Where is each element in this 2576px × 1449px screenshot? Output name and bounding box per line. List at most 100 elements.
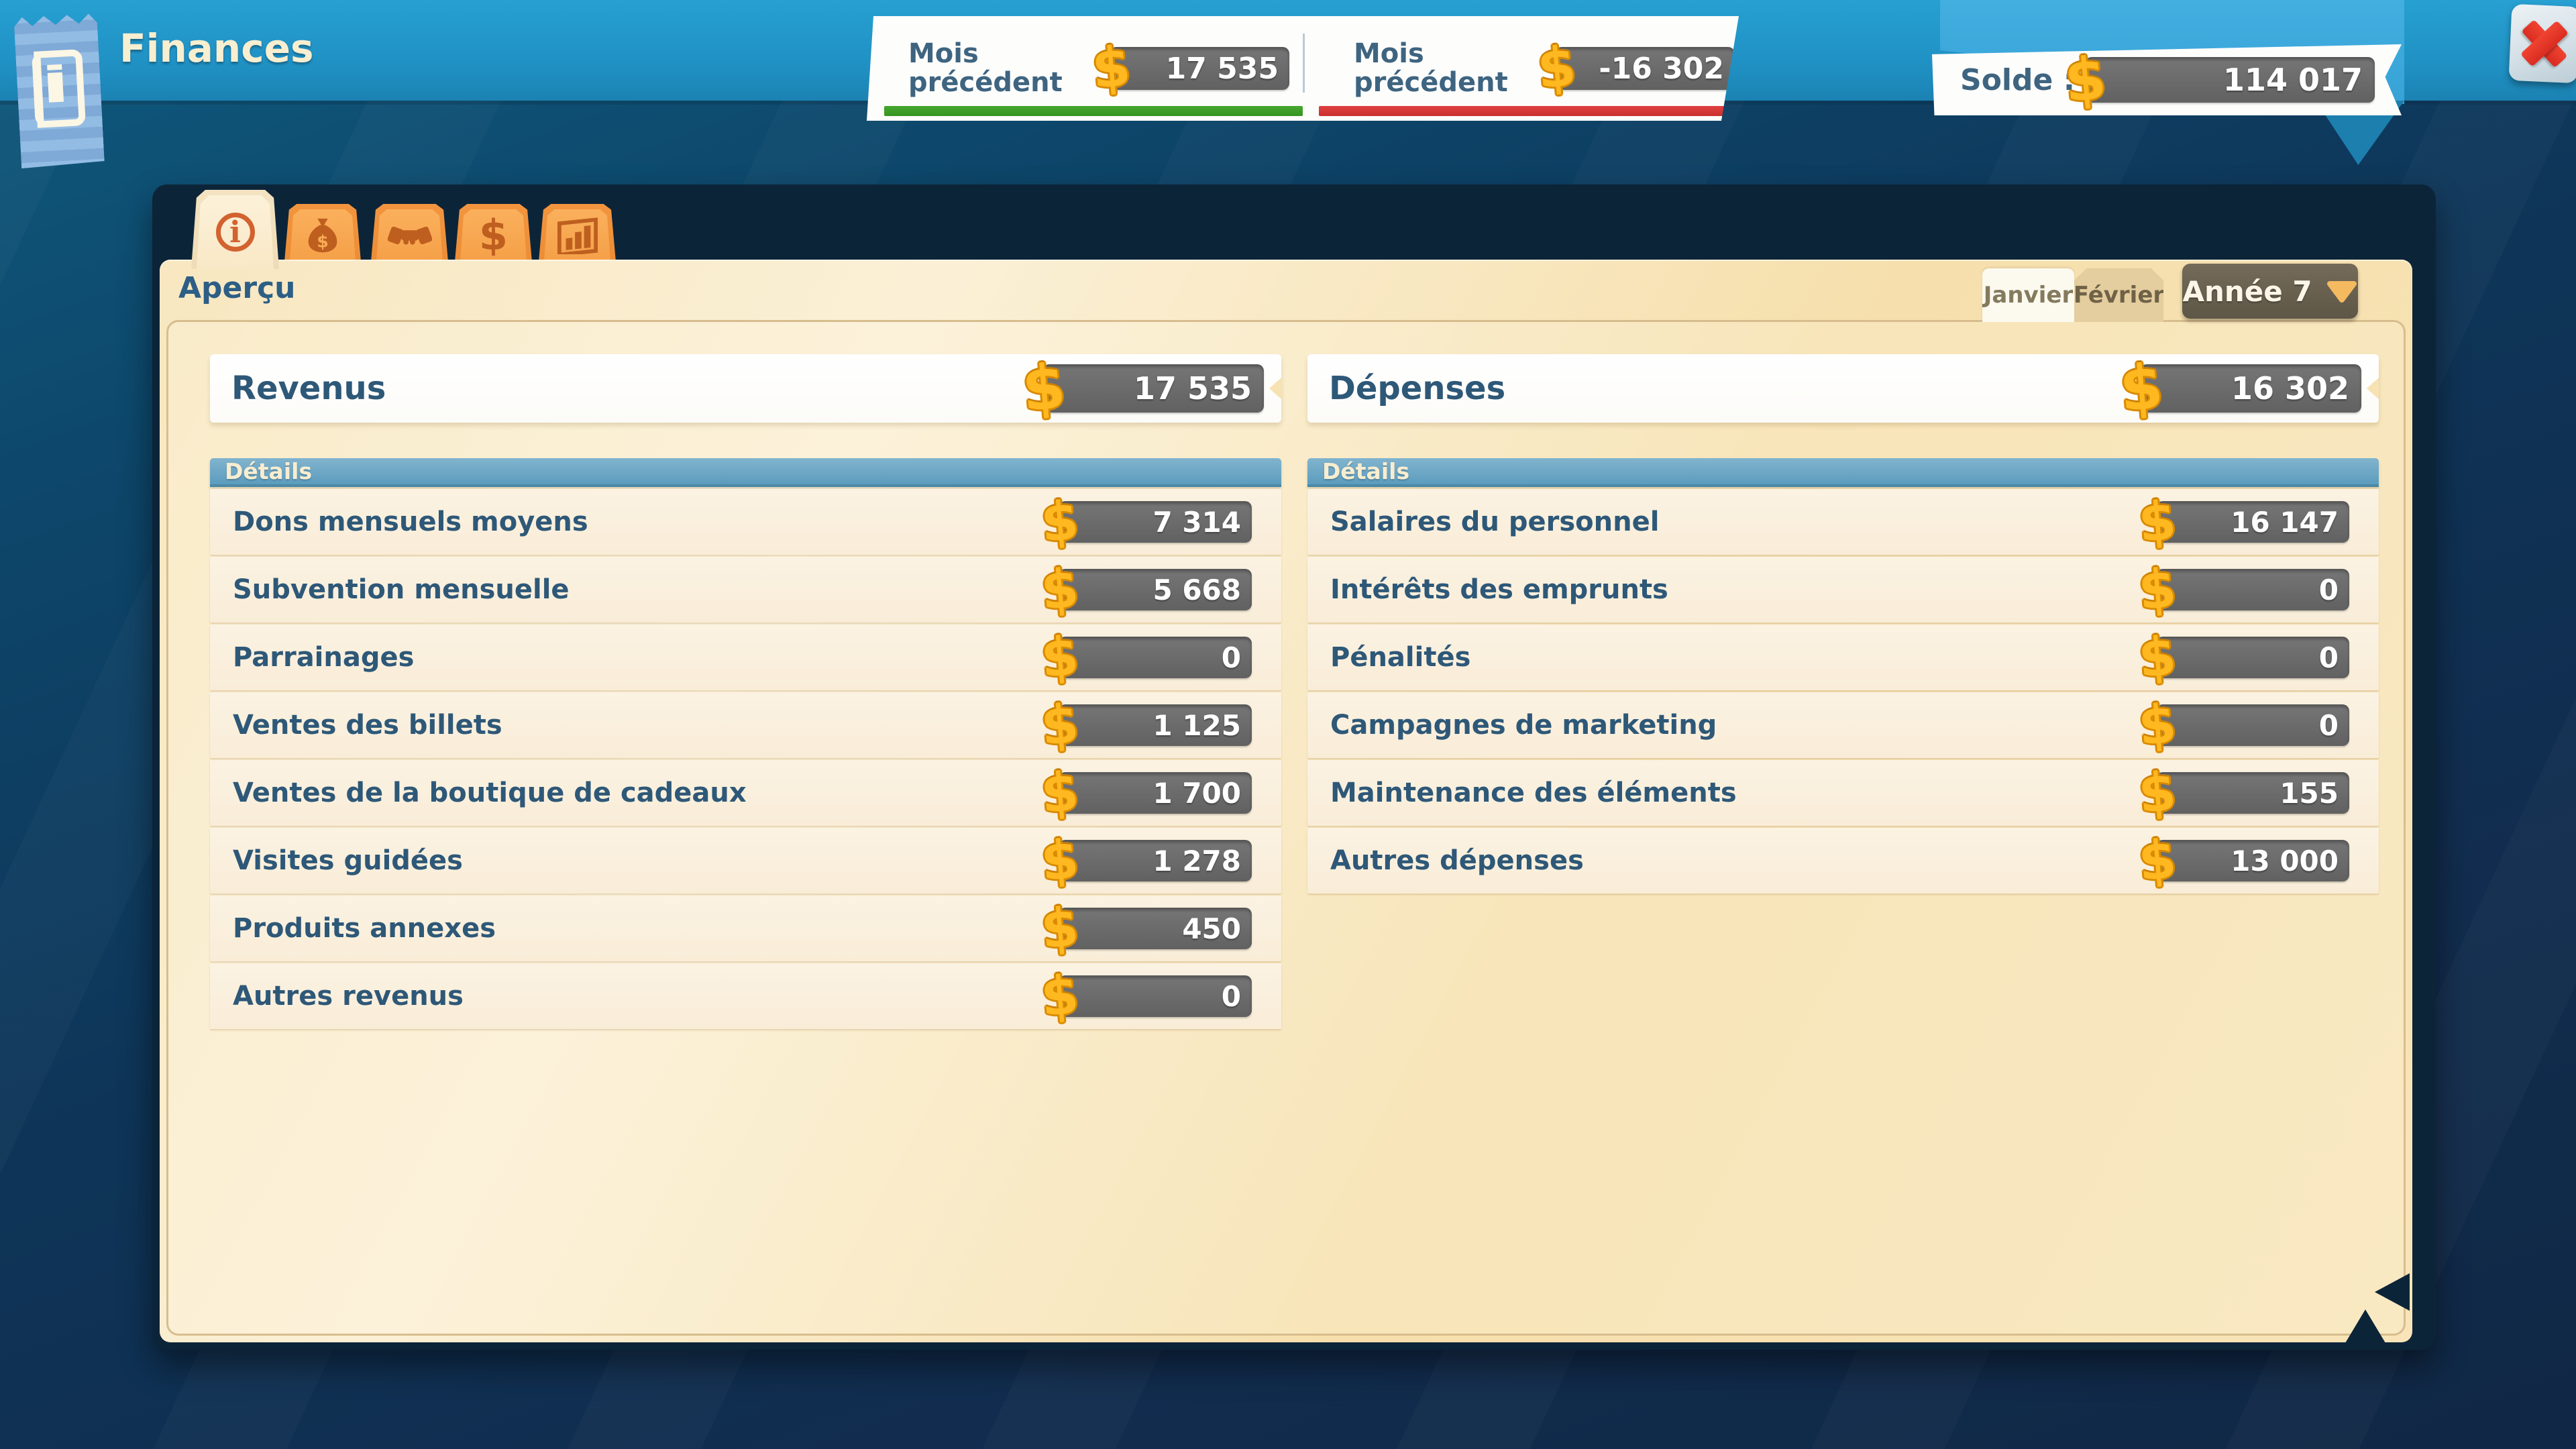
- currency-dollar-icon: $: [2137, 765, 2178, 822]
- currency-dollar-icon: $: [2137, 494, 2178, 551]
- row-label: Subvention mensuelle: [233, 574, 1059, 605]
- balance-pill: $ 114 017: [2085, 57, 2375, 103]
- row-value: 13 000: [2231, 845, 2339, 877]
- row-label: Produits annexes: [233, 913, 1059, 944]
- tab-deals[interactable]: [371, 204, 448, 262]
- chevron-down-icon: [2326, 280, 2358, 303]
- expenses-total-pill: $ 16 302: [2140, 364, 2361, 413]
- money-bag-icon: $: [302, 215, 343, 256]
- row-label: Salaires du personnel: [1330, 506, 2156, 537]
- balance-label: Solde :: [1960, 63, 2075, 97]
- row-label: Ventes des billets: [233, 710, 1059, 741]
- revenues-total-value: 17 535: [1134, 370, 1252, 407]
- row-value-pill: $0: [2156, 704, 2349, 746]
- revenue-row: Subvention mensuelle$5 668: [210, 557, 1281, 623]
- currency-dollar-icon: $: [1039, 697, 1081, 754]
- row-value: 0: [2319, 574, 2339, 606]
- currency-dollar-icon: $: [2137, 697, 2178, 754]
- frame-notch-bottom: [2345, 1309, 2385, 1343]
- previous-month-expense-label: Mois précédent: [1354, 40, 1555, 97]
- currency-dollar-icon: $: [1039, 561, 1081, 619]
- year-selector-dropdown[interactable]: Année 7: [2182, 264, 2358, 319]
- row-value: 1 278: [1152, 845, 1241, 877]
- expense-row: Salaires du personnel$16 147: [1307, 489, 2379, 555]
- currency-dollar-icon: $: [1039, 765, 1081, 822]
- expenses-details-label: Détails: [1322, 458, 1409, 484]
- row-value-pill: $1 125: [1059, 704, 1252, 746]
- row-value-pill: $1 278: [1059, 840, 1252, 881]
- tab-donations[interactable]: $: [284, 204, 361, 262]
- currency-dollar-icon: $: [1039, 494, 1081, 551]
- revenues-rows: Dons mensuels moyens$7 314Subvention men…: [210, 489, 1281, 1029]
- currency-dollar-icon: $: [2117, 356, 2165, 421]
- row-label: Pénalités: [1330, 642, 2156, 673]
- revenue-row: Ventes de la boutique de cadeaux$1 700: [210, 760, 1281, 826]
- row-label: Intérêts des emprunts: [1330, 574, 2156, 605]
- book-glyph: [26, 47, 92, 131]
- currency-dollar-icon: $: [2137, 629, 2178, 686]
- row-label: Visites guidées: [233, 845, 1059, 876]
- row-value: 0: [1222, 980, 1241, 1013]
- currency-dollar-icon: $: [2062, 48, 2108, 111]
- bar-chart-icon: [557, 217, 598, 254]
- row-label: Parrainages: [233, 642, 1059, 673]
- row-value: 450: [1182, 912, 1241, 945]
- dollar-icon: $: [479, 215, 508, 256]
- revenue-row: Produits annexes$450: [210, 896, 1281, 961]
- expenses-header: Dépenses $ 16 302: [1307, 354, 2379, 423]
- previous-month-income: Mois précédent $ 17 535: [867, 16, 1312, 121]
- row-value: 16 147: [2231, 506, 2339, 539]
- tab-finance[interactable]: $: [455, 204, 532, 262]
- expenses-title: Dépenses: [1329, 370, 2140, 407]
- income-green-bar: [884, 106, 1303, 116]
- finances-screen: Finances Mois précédent $ 17 535 Mois pr…: [0, 0, 2576, 1449]
- banner-divider: [1303, 34, 1305, 93]
- row-value-pill: $450: [1059, 908, 1252, 949]
- revenues-details-label: Détails: [225, 458, 312, 484]
- row-label: Maintenance des éléments: [1330, 777, 2156, 808]
- year-selector-label: Année 7: [2182, 275, 2312, 308]
- svg-text:$: $: [317, 231, 329, 251]
- revenue-row: Parrainages$0: [210, 625, 1281, 690]
- handshake-icon: [388, 215, 432, 256]
- row-label: Campagnes de marketing: [1330, 710, 2156, 741]
- row-value: 0: [2319, 709, 2339, 742]
- revenues-column: Revenus $ 17 535 Détails Dons mensuels m…: [210, 354, 1281, 1031]
- row-value: 155: [2279, 777, 2339, 810]
- expenses-total-value: 16 302: [2231, 370, 2349, 407]
- expense-row: Maintenance des éléments$155: [1307, 760, 2379, 826]
- tab-overview[interactable]: i: [191, 190, 279, 269]
- row-value: 1 125: [1152, 709, 1241, 742]
- currency-dollar-icon: $: [1039, 629, 1081, 686]
- frame-notch-right: [2375, 1273, 2410, 1311]
- expenses-column: Dépenses $ 16 302 Détails Salaires du pe…: [1307, 354, 2379, 896]
- expenses-rows: Salaires du personnel$16 147Intérêts des…: [1307, 489, 2379, 894]
- row-value: 0: [2319, 641, 2339, 674]
- tab-charts[interactable]: [539, 204, 616, 262]
- row-label: Autres revenus: [233, 981, 1059, 1012]
- finances-ledger-icon: [13, 9, 105, 168]
- row-value-pill: $16 147: [2156, 501, 2349, 543]
- row-value-pill: $0: [1059, 975, 1252, 1017]
- currency-dollar-icon: $: [1090, 40, 1133, 98]
- previous-month-income-pill: $ 17 535: [1110, 47, 1289, 90]
- row-value-pill: $0: [2156, 637, 2349, 678]
- row-value: 0: [1222, 641, 1241, 674]
- currency-dollar-icon: $: [1536, 40, 1578, 98]
- close-button[interactable]: [2509, 4, 2576, 83]
- page-title: Finances: [119, 25, 313, 71]
- month-tab-fevrier[interactable]: Février: [2074, 268, 2163, 322]
- revenue-row: Dons mensuels moyens$7 314: [210, 489, 1281, 555]
- revenue-row: Autres revenus$0: [210, 963, 1281, 1029]
- balance-banner: Solde : $ 114 017: [1932, 44, 2402, 115]
- month-tab-janvier[interactable]: Janvier: [1982, 268, 2074, 322]
- currency-dollar-icon: $: [1039, 900, 1081, 957]
- currency-dollar-icon: $: [2137, 833, 2178, 890]
- row-label: Dons mensuels moyens: [233, 506, 1059, 537]
- expense-row: Campagnes de marketing$0: [1307, 692, 2379, 758]
- currency-dollar-icon: $: [1039, 833, 1081, 890]
- row-value-pill: $13 000: [2156, 840, 2349, 881]
- revenues-total-pill: $ 17 535: [1042, 364, 1264, 413]
- previous-month-income-label: Mois précédent: [908, 40, 1110, 97]
- previous-month-banner: Mois précédent $ 17 535 Mois précédent $…: [867, 16, 1739, 121]
